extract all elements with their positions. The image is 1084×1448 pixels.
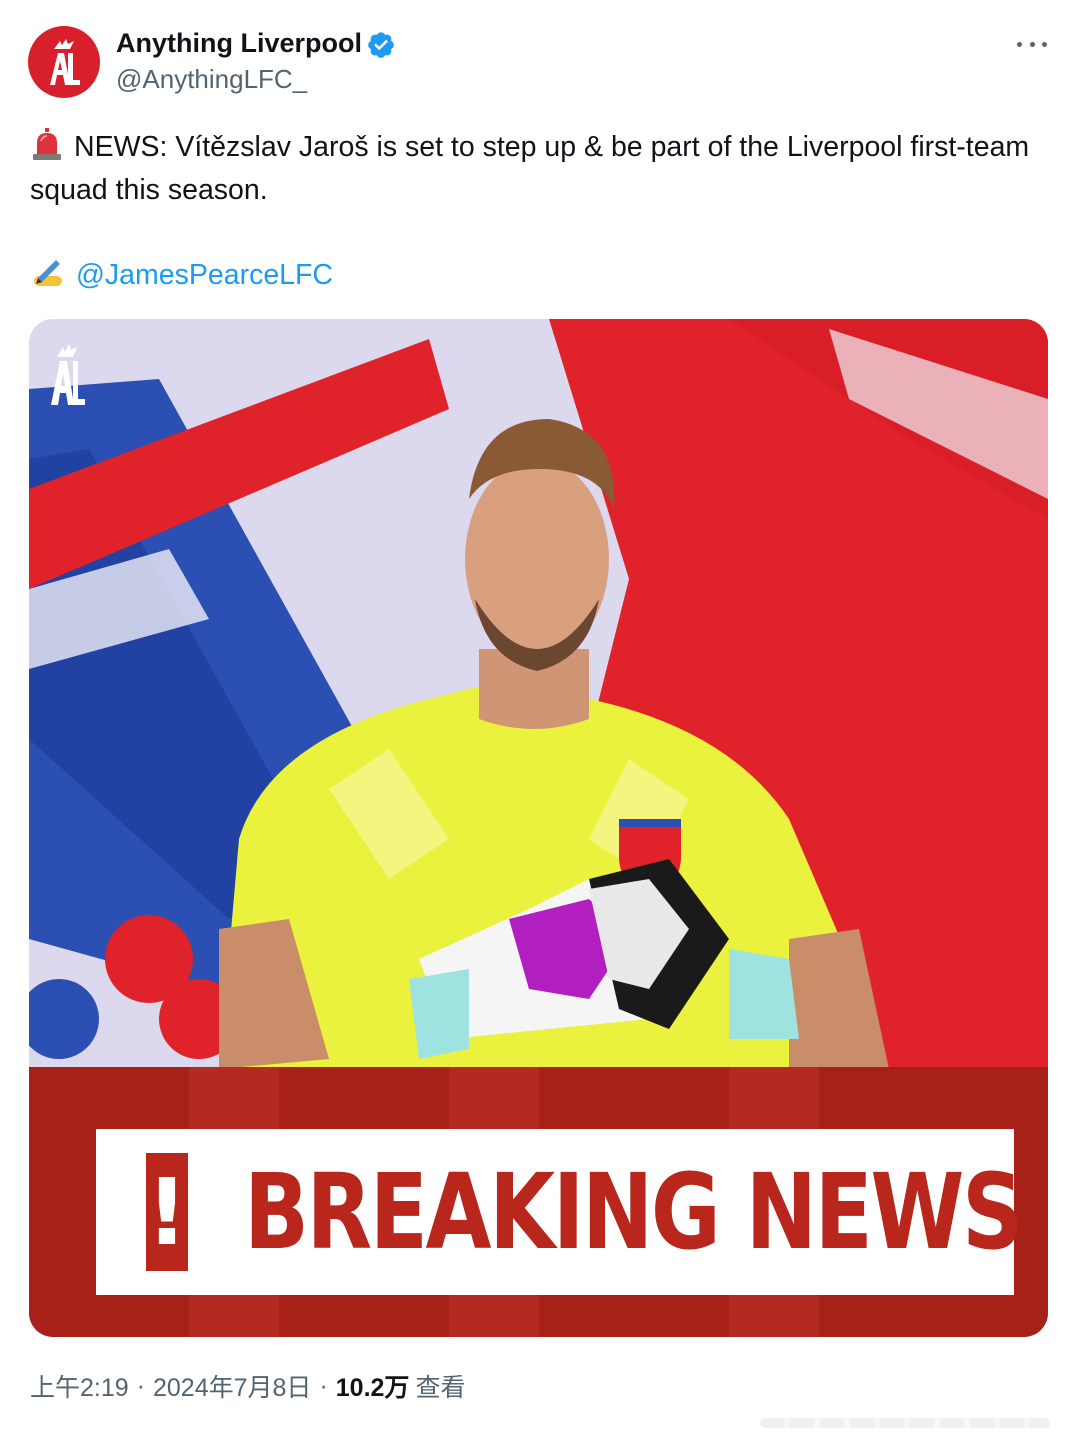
meta-separator: · xyxy=(319,1371,328,1400)
banner-title: BREAKING NEWS xyxy=(243,1151,1023,1273)
cropped-action-bar xyxy=(760,1418,1050,1428)
author-avatar[interactable] xyxy=(28,26,100,98)
more-dot-icon xyxy=(1029,41,1035,47)
alert-icon: ! xyxy=(146,1153,188,1271)
tweet-time[interactable]: 上午2:19 xyxy=(30,1368,129,1404)
author-handle[interactable]: @AnythingLFC_ xyxy=(116,64,307,95)
tweet-credit: @JamesPearceLFC xyxy=(30,254,333,297)
siren-icon xyxy=(33,128,61,160)
views-label: 查看 xyxy=(415,1374,466,1402)
tweet-media-image[interactable]: ! BREAKING NEWS xyxy=(29,319,1048,1337)
meta-separator: · xyxy=(136,1371,145,1400)
tweet-meta: 上午2:19 · 2024年7月8日 · 10.2万 查看 xyxy=(30,1368,465,1404)
views-count: 10.2万 xyxy=(335,1374,410,1402)
more-options-button[interactable] xyxy=(1014,30,1050,58)
verified-badge-icon xyxy=(368,32,394,58)
writing-hand-icon xyxy=(34,260,62,286)
al-logo-icon xyxy=(50,39,80,85)
breaking-news-banner: ! BREAKING NEWS xyxy=(29,1067,1048,1337)
tweet-date[interactable]: 2024年7月8日 xyxy=(153,1368,311,1404)
tweet-text: NEWS: Vítězslav Jaroš is set to step up … xyxy=(30,126,1060,212)
player-photo xyxy=(29,319,1048,1069)
more-dot-icon xyxy=(1042,41,1047,47)
credit-mention-link[interactable]: @JamesPearceLFC xyxy=(76,259,333,291)
more-dot-icon xyxy=(1017,41,1022,47)
al-watermark-logo xyxy=(51,344,85,405)
tweet-body: NEWS: Vítězslav Jaroš is set to step up … xyxy=(30,131,1030,206)
author-name[interactable]: Anything Liverpool xyxy=(116,28,362,59)
banner-text-box: ! BREAKING NEWS xyxy=(96,1129,1023,1295)
